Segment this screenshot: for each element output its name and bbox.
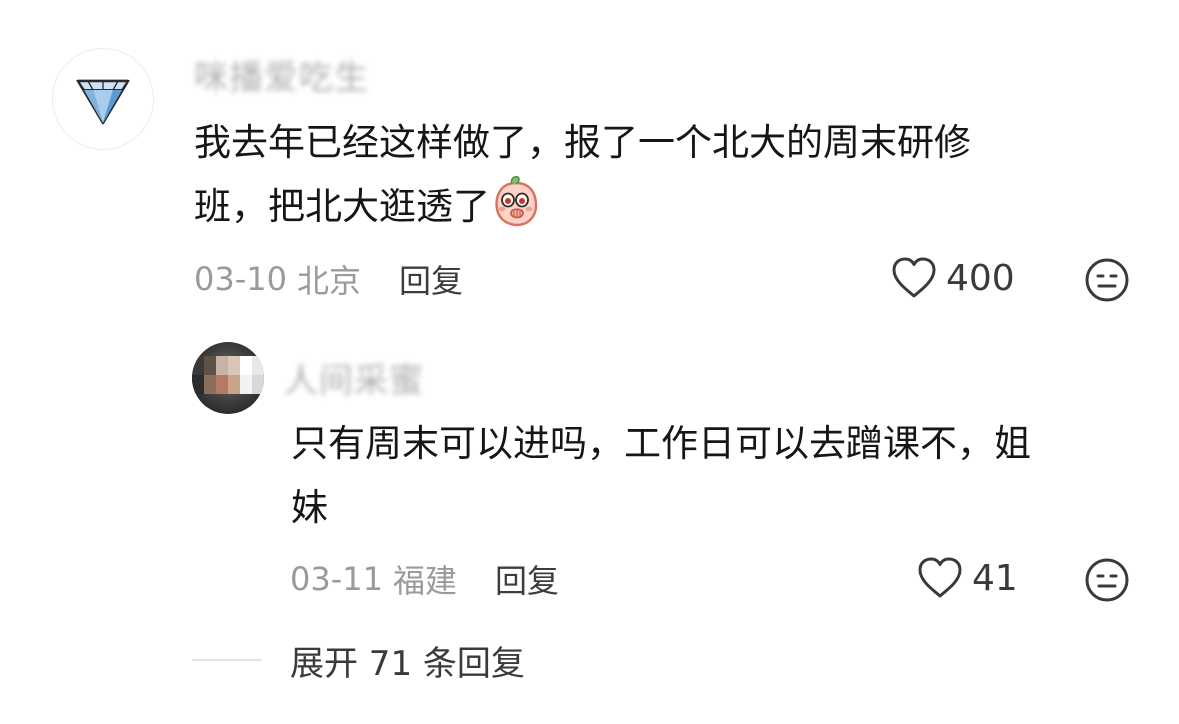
unhappy-face-icon[interactable] xyxy=(1084,257,1130,303)
like-button[interactable]: 400 xyxy=(890,256,1015,300)
comment-date: 03-10 xyxy=(194,260,287,298)
unhappy-face-icon[interactable] xyxy=(1084,557,1130,603)
reply-meta: 03-11 福建 回复 xyxy=(290,556,559,602)
heart-outline-icon xyxy=(892,257,936,298)
reply-button[interactable]: 回复 xyxy=(495,556,559,602)
like-count: 400 xyxy=(946,257,1015,299)
comment-text-line2: 班，把北大逛透了 xyxy=(194,185,490,228)
comment-location: 北京 xyxy=(296,262,361,300)
peach-sticker-icon xyxy=(495,176,538,227)
avatar[interactable] xyxy=(52,48,154,150)
expand-replies-button[interactable]: 展开 71 条回复 xyxy=(290,636,525,685)
comment-username[interactable]: 咪播爱吃生 xyxy=(194,50,369,99)
reply-avatar[interactable] xyxy=(192,342,264,414)
comment-text-line: 班，把北大逛透了 xyxy=(194,175,971,239)
comment-text: 我去年已经这样做了，报了一个北大的周末研修 班，把北大逛透了 xyxy=(194,111,971,239)
like-count: 41 xyxy=(972,557,1018,599)
reply-text-line: 妹 xyxy=(291,486,328,529)
comment-text-line: 我去年已经这样做了，报了一个北大的周末研修 xyxy=(194,121,971,164)
reply-location: 福建 xyxy=(392,562,457,600)
comment-meta: 03-10 北京 回复 xyxy=(194,256,463,302)
reply-date: 03-11 xyxy=(290,560,383,598)
expand-divider xyxy=(192,659,262,661)
diamond-icon xyxy=(76,79,130,125)
heart-outline-icon xyxy=(918,557,962,598)
reply-text-line: 只有周末可以进吗，工作日可以去蹭课不，姐 xyxy=(291,422,1031,465)
like-button[interactable]: 41 xyxy=(916,556,1018,600)
reply-username[interactable]: 人间采蜜 xyxy=(284,353,424,402)
avatar-mosaic xyxy=(192,356,264,394)
reply-button[interactable]: 回复 xyxy=(399,256,463,302)
reply-text: 只有周末可以进吗，工作日可以去蹭课不，姐 妹 xyxy=(291,412,1031,540)
